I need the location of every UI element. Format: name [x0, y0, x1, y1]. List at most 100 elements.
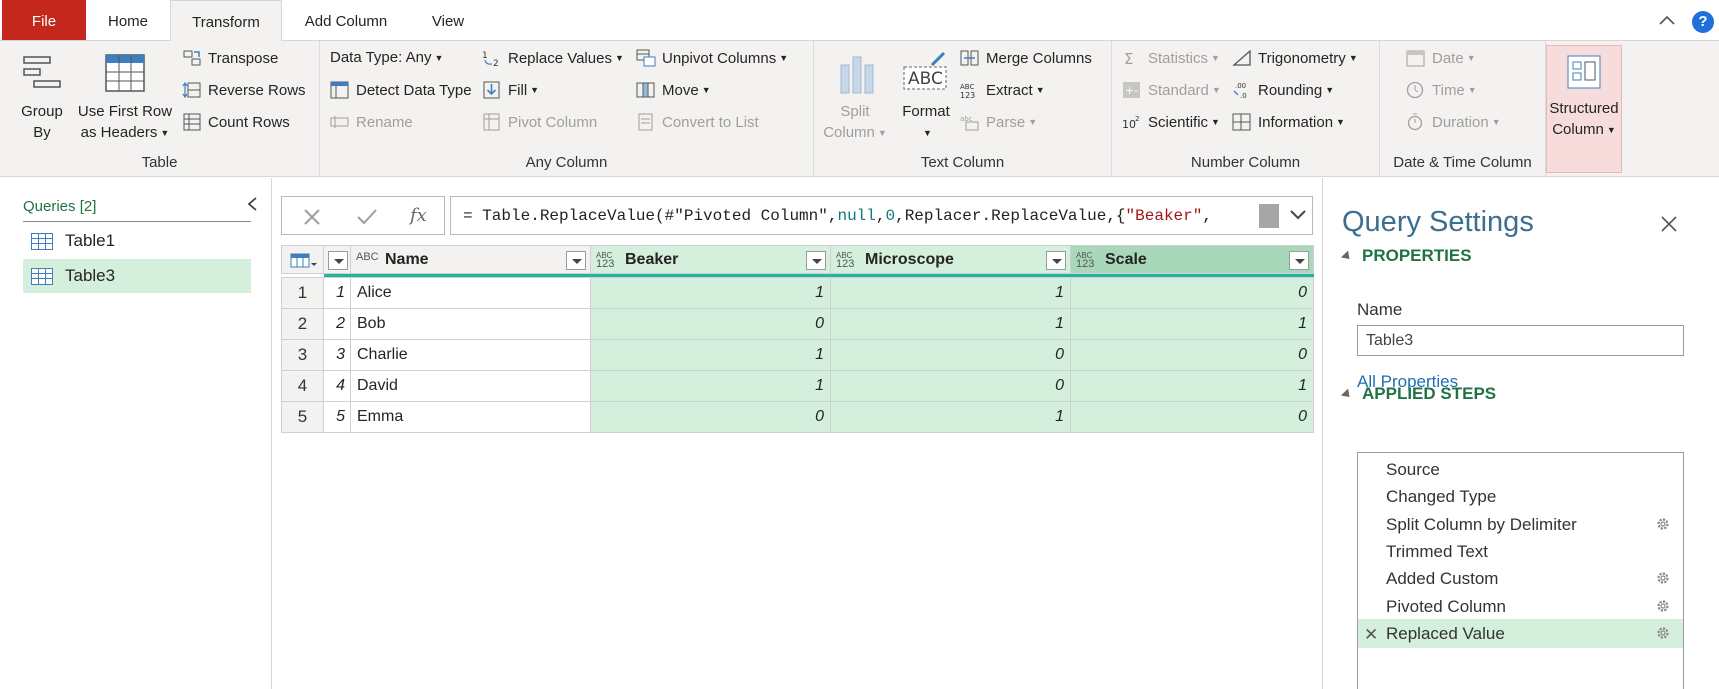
applied-step-item[interactable]: Split Column by Delimiter — [1358, 510, 1683, 539]
row-number-cell[interactable]: 4 — [281, 370, 324, 402]
tab-home[interactable]: Home — [86, 0, 170, 40]
applied-step-item[interactable]: Changed Type — [1358, 482, 1683, 511]
step-settings-gear-icon[interactable] — [1655, 516, 1671, 532]
filter-dropdown-icon[interactable] — [566, 251, 586, 270]
table-menu-cell[interactable] — [281, 245, 324, 274]
row-number-cell[interactable]: 3 — [281, 339, 324, 371]
help-icon[interactable]: ? — [1692, 11, 1714, 33]
collapse-pane-chevron-icon[interactable] — [246, 196, 260, 212]
group-by-button[interactable]: Group By — [12, 51, 72, 143]
any-type-icon[interactable]: ABC 123 — [1076, 251, 1094, 270]
tab-view[interactable]: View — [410, 0, 486, 40]
column-header-scale[interactable]: ABC 123 Scale — [1070, 245, 1314, 274]
name-cell[interactable]: Bob — [350, 308, 591, 340]
filter-dropdown-icon[interactable] — [1289, 251, 1309, 270]
convert-to-list-button[interactable]: Convert to List — [636, 113, 759, 131]
scale-cell[interactable]: 0 — [1070, 277, 1314, 309]
name-cell[interactable]: Emma — [350, 401, 591, 433]
split-column-button[interactable]: Split Column ▼ — [820, 51, 890, 144]
filter-dropdown-icon[interactable] — [1046, 251, 1066, 270]
query-name-input[interactable] — [1357, 325, 1684, 356]
extract-button[interactable]: ABC 123 Extract ▼ — [960, 81, 1045, 100]
index-filter-dropdown-icon[interactable] — [328, 251, 348, 270]
delete-step-icon[interactable]: ✕ — [1364, 620, 1378, 649]
row-number-cell[interactable]: 1 — [281, 277, 324, 309]
merge-columns-button[interactable]: Merge Columns — [960, 49, 1092, 67]
scale-cell[interactable]: 0 — [1070, 339, 1314, 371]
replace-values-button[interactable]: 12 Replace Values ▼ — [482, 49, 624, 68]
beaker-cell[interactable]: 0 — [590, 308, 831, 340]
transpose-button[interactable]: Transpose — [182, 49, 278, 67]
data-type-dropdown[interactable]: Data Type: Any ▼ — [330, 49, 443, 66]
detect-data-type-button[interactable]: Detect Data Type — [330, 81, 472, 99]
text-type-icon[interactable]: ABC — [356, 252, 379, 263]
index-cell[interactable]: 2 — [323, 308, 351, 340]
fx-icon[interactable]: fx — [410, 205, 427, 226]
collapse-ribbon-chevron-icon[interactable] — [1658, 12, 1676, 30]
name-cell[interactable]: Charlie — [350, 339, 591, 371]
microscope-cell[interactable]: 0 — [830, 370, 1071, 402]
row-number-cell[interactable]: 5 — [281, 401, 324, 433]
applied-step-item[interactable]: Trimmed Text — [1358, 537, 1683, 566]
formula-text[interactable]: = Table.ReplaceValue(#"Pivoted Column",n… — [463, 207, 1212, 225]
scientific-button[interactable]: 10 2 Scientific ▼ — [1122, 113, 1220, 132]
any-type-icon[interactable]: ABC 123 — [596, 251, 614, 270]
name-cell[interactable]: Alice — [350, 277, 591, 309]
microscope-cell[interactable]: 1 — [830, 308, 1071, 340]
beaker-cell[interactable]: 1 — [590, 370, 831, 402]
step-settings-gear-icon[interactable] — [1655, 625, 1671, 641]
step-settings-gear-icon[interactable] — [1655, 570, 1671, 586]
close-icon[interactable] — [1659, 214, 1679, 234]
column-header-beaker[interactable]: ABC 123 Beaker — [590, 245, 831, 274]
statistics-button[interactable]: Σ Statistics ▼ — [1122, 49, 1220, 68]
applied-step-item[interactable]: Added Custom — [1358, 564, 1683, 593]
date-button[interactable]: Date ▼ — [1406, 49, 1476, 67]
beaker-cell[interactable]: 1 — [590, 339, 831, 371]
microscope-cell[interactable]: 1 — [830, 401, 1071, 433]
scale-cell[interactable]: 1 — [1070, 308, 1314, 340]
applied-step-item[interactable]: ✕ Replaced Value — [1358, 618, 1683, 649]
standard-button[interactable]: +- Standard ▼ — [1122, 81, 1221, 99]
cancel-formula-icon[interactable] — [302, 207, 322, 227]
table-menu-icon[interactable] — [290, 253, 318, 269]
index-cell[interactable]: 4 — [323, 370, 351, 402]
scale-cell[interactable]: 1 — [1070, 370, 1314, 402]
step-settings-gear-icon[interactable] — [1655, 598, 1671, 614]
index-column-header[interactable] — [323, 245, 351, 274]
beaker-cell[interactable]: 0 — [590, 401, 831, 433]
applied-steps-section-header[interactable]: APPLIED STEPS — [1340, 384, 1496, 404]
microscope-cell[interactable]: 1 — [830, 277, 1071, 309]
reverse-rows-button[interactable]: Reverse Rows — [182, 81, 306, 99]
pivot-column-button[interactable]: Pivot Column — [482, 113, 597, 131]
index-cell[interactable]: 1 — [323, 277, 351, 309]
name-cell[interactable]: David — [350, 370, 591, 402]
structured-column-button[interactable]: Structured Column ▼ — [1546, 45, 1622, 173]
applied-step-item[interactable]: Source — [1358, 455, 1683, 484]
column-header-microscope[interactable]: ABC 123 Microscope — [830, 245, 1071, 274]
queries-header[interactable]: Queries [2] — [23, 198, 96, 215]
index-cell[interactable]: 3 — [323, 339, 351, 371]
information-button[interactable]: Information ▼ — [1232, 113, 1345, 131]
tab-add-column[interactable]: Add Column — [282, 0, 410, 40]
formula-scrollbar[interactable] — [1259, 204, 1279, 228]
unpivot-columns-button[interactable]: Unpivot Columns ▼ — [636, 49, 788, 67]
parse-button[interactable]: abc Parse ▼ — [960, 113, 1037, 131]
properties-section-header[interactable]: PROPERTIES — [1340, 246, 1472, 266]
duration-button[interactable]: Duration ▼ — [1406, 113, 1501, 131]
column-header-name[interactable]: ABC Name — [350, 245, 591, 274]
filter-dropdown-icon[interactable] — [806, 251, 826, 270]
fill-button[interactable]: Fill ▼ — [482, 81, 539, 99]
index-cell[interactable]: 5 — [323, 401, 351, 433]
formula-bar[interactable]: = Table.ReplaceValue(#"Pivoted Column",n… — [450, 196, 1313, 235]
commit-formula-check-icon[interactable] — [356, 207, 378, 227]
scale-cell[interactable]: 0 — [1070, 401, 1314, 433]
use-first-row-as-headers-button[interactable]: Use First Row as Headers ▼ — [72, 51, 178, 144]
beaker-cell[interactable]: 1 — [590, 277, 831, 309]
time-button[interactable]: Time ▼ — [1406, 81, 1477, 99]
tab-file[interactable]: File — [2, 0, 86, 40]
tab-transform[interactable]: Transform — [170, 0, 282, 41]
rounding-button[interactable]: .00.0 Rounding ▼ — [1232, 81, 1334, 99]
query-item-table1[interactable]: Table1 — [23, 224, 251, 258]
format-button[interactable]: ABC Format ▼ — [894, 51, 958, 144]
row-number-cell[interactable]: 2 — [281, 308, 324, 340]
